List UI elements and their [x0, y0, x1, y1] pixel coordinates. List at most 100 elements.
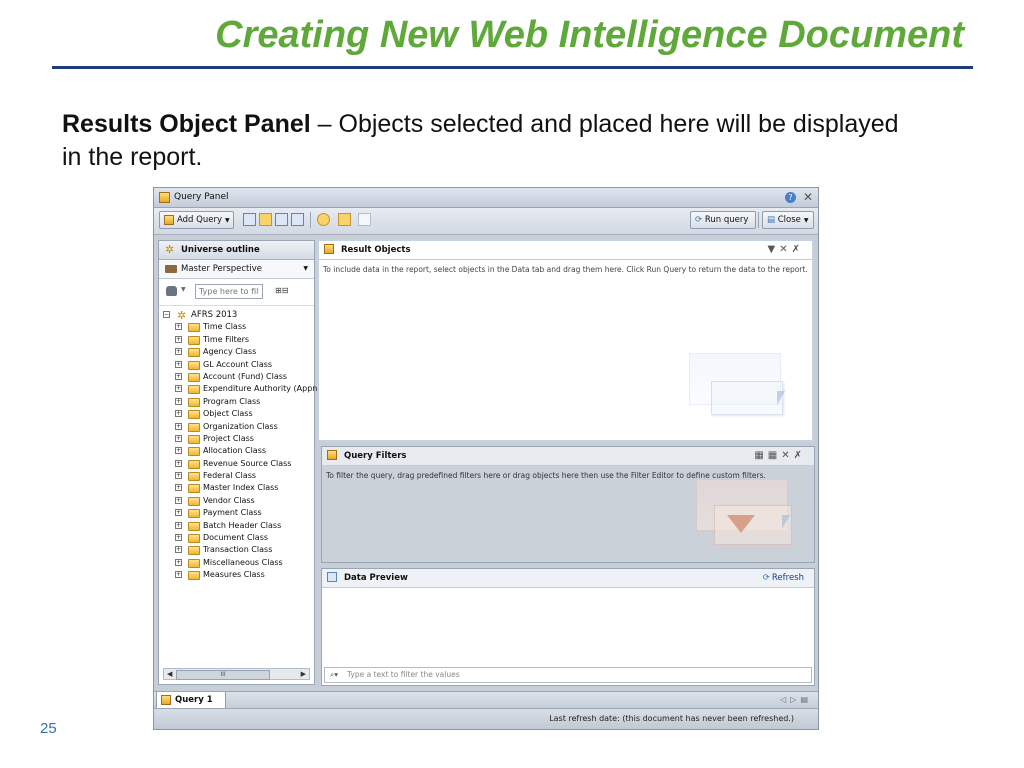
scroll-right-icon[interactable]: ▶: [301, 670, 306, 678]
expand-icon[interactable]: +: [175, 323, 182, 331]
query-filters-header: Query Filters ▦▦✕✗: [322, 447, 814, 466]
close-button[interactable]: ▤ Close ▼: [762, 211, 814, 229]
universe-icon: ✲: [177, 309, 187, 322]
expand-icon[interactable]: +: [175, 546, 182, 554]
properties-icon[interactable]: [338, 213, 351, 226]
expand-icon[interactable]: +: [175, 571, 182, 579]
tree-item[interactable]: + Payment Class: [159, 507, 314, 519]
tree-item[interactable]: + Account (Fund) Class: [159, 371, 314, 383]
folder-icon: [188, 447, 200, 457]
layout-icon[interactable]: [291, 213, 304, 226]
perspective-value: Master Perspective: [181, 264, 262, 274]
remove-icon[interactable]: ✕: [779, 244, 791, 255]
outline-filter-input[interactable]: [195, 284, 263, 299]
tree-item[interactable]: + Measures Class: [159, 569, 314, 581]
universe-outline-header: ✲ Universe outline: [159, 241, 314, 260]
horizontal-scrollbar[interactable]: ◀ III ▶: [163, 668, 310, 680]
tree-item[interactable]: + Vendor Class: [159, 495, 314, 507]
expand-icon[interactable]: +: [175, 335, 182, 343]
collapse-icon[interactable]: −: [163, 311, 170, 318]
filter-icon[interactable]: ▼: [768, 244, 780, 255]
tree-root[interactable]: − ✲ AFRS 2013: [159, 309, 314, 321]
expand-icon[interactable]: +: [175, 496, 182, 504]
result-objects-title: Result Objects: [341, 245, 411, 255]
tab-prev-icon[interactable]: ◁: [780, 695, 790, 704]
universe-icon[interactable]: [317, 213, 330, 226]
tree-root-label: AFRS 2013: [191, 310, 238, 320]
query-filters-panel[interactable]: Query Filters ▦▦✕✗ To filter the query, …: [321, 446, 815, 563]
expand-icon[interactable]: +: [175, 472, 182, 480]
view-outline-icon[interactable]: [243, 213, 256, 226]
add-filter-icon[interactable]: ▦: [754, 450, 767, 461]
edit-icon[interactable]: [259, 213, 272, 226]
toolbar-separator: [310, 212, 311, 228]
expand-icon[interactable]: +: [175, 484, 182, 492]
tree-item[interactable]: + Allocation Class: [159, 445, 314, 457]
remove-all-icon[interactable]: ✗: [792, 244, 804, 255]
tree-item[interactable]: + Batch Header Class: [159, 520, 314, 532]
expand-icon[interactable]: +: [175, 348, 182, 356]
sql-icon[interactable]: [358, 213, 371, 226]
query-panel-window: Query Panel ? ✕ Add Query ▼ ⟳ Run query ▤…: [153, 187, 819, 730]
expand-icon[interactable]: +: [175, 447, 182, 455]
scroll-thumb[interactable]: III: [176, 670, 270, 680]
tree-item[interactable]: + Document Class: [159, 532, 314, 544]
add-query-button[interactable]: Add Query ▼: [159, 211, 234, 229]
query-tab-icon: [161, 695, 171, 705]
expand-icon[interactable]: +: [175, 397, 182, 405]
grid-view-icon[interactable]: [275, 213, 288, 226]
tab-query-1[interactable]: Query 1: [156, 692, 226, 709]
expand-icon[interactable]: +: [175, 422, 182, 430]
expand-icon[interactable]: +: [175, 459, 182, 467]
expand-icon[interactable]: +: [175, 434, 182, 442]
expand-collapse-icon[interactable]: ⊞⊟: [275, 286, 288, 295]
expand-icon[interactable]: +: [175, 410, 182, 418]
expand-icon[interactable]: +: [175, 360, 182, 368]
tree-item[interactable]: + Transaction Class: [159, 544, 314, 556]
expand-icon[interactable]: +: [175, 558, 182, 566]
folder-icon: [188, 372, 200, 382]
expand-icon[interactable]: +: [175, 534, 182, 542]
help-icon[interactable]: ?: [785, 192, 796, 203]
tree-item-label: Agency Class: [203, 347, 257, 357]
remove-all-icon[interactable]: ✗: [794, 450, 806, 461]
chevron-down-icon[interactable]: ▼: [181, 286, 186, 293]
chevron-down-icon: ▼: [803, 217, 809, 224]
expand-icon[interactable]: +: [175, 509, 182, 517]
preview-filter-input[interactable]: ⌕▾ Type a text to filter the values: [324, 667, 812, 683]
tree-item[interactable]: + GL Account Class: [159, 359, 314, 371]
filter-editor-icon[interactable]: ▦: [768, 450, 781, 461]
tree-item[interactable]: + Time Filters: [159, 334, 314, 346]
expand-icon[interactable]: +: [175, 385, 182, 393]
hand-icon[interactable]: [166, 286, 177, 296]
refresh-button[interactable]: ⟳ Refresh: [763, 569, 804, 587]
tree-item[interactable]: + Revenue Source Class: [159, 458, 314, 470]
run-query-icon: ⟳: [695, 215, 703, 225]
expand-icon[interactable]: +: [175, 372, 182, 380]
window-close-icon[interactable]: ✕: [803, 190, 813, 204]
chevron-down-icon[interactable]: ▼: [303, 260, 308, 278]
tab-next-icon[interactable]: ▷: [790, 695, 800, 704]
tree-item[interactable]: + Program Class: [159, 396, 314, 408]
tab-list-icon[interactable]: ▤: [800, 695, 812, 704]
remove-icon[interactable]: ✕: [781, 450, 793, 461]
tree-item[interactable]: + Expenditure Authority (Appn): [159, 383, 320, 395]
tree-item[interactable]: + Federal Class: [159, 470, 314, 482]
tree-item[interactable]: + Agency Class: [159, 346, 314, 358]
tree-item[interactable]: + Project Class: [159, 433, 314, 445]
scroll-left-icon[interactable]: ◀: [167, 670, 172, 678]
watermark-cursor-icon: [777, 391, 785, 405]
result-objects-panel[interactable]: Result Objects ▼✕✗ To include data in th…: [317, 239, 814, 442]
window-title: Query Panel: [174, 192, 229, 202]
tree-item[interactable]: + Object Class: [159, 408, 314, 420]
tree-item[interactable]: + Organization Class: [159, 421, 314, 433]
result-objects-actions: ▼✕✗: [768, 241, 804, 259]
run-query-button[interactable]: ⟳ Run query: [690, 211, 756, 229]
tree-item[interactable]: + Miscellaneous Class: [159, 557, 314, 569]
tree-item[interactable]: + Master Index Class: [159, 482, 314, 494]
universe-outline-title: Universe outline: [181, 245, 260, 255]
add-query-label: Add Query: [177, 215, 222, 225]
perspective-select[interactable]: Master Perspective ▼: [159, 260, 314, 279]
expand-icon[interactable]: +: [175, 521, 182, 529]
tree-item[interactable]: + Time Class: [159, 321, 314, 333]
